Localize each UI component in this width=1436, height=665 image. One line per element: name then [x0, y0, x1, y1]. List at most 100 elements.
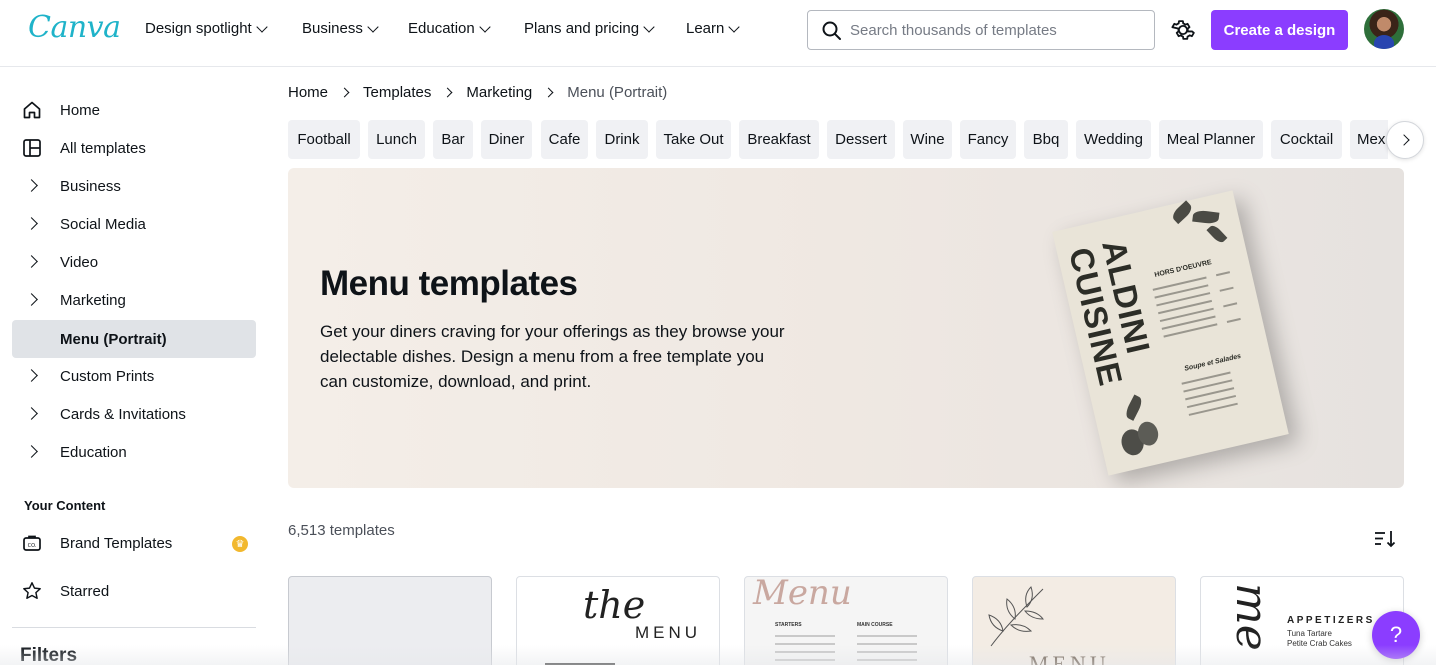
chevron-down-icon — [256, 20, 268, 33]
menu-card-section: Soupe et Salades — [1183, 352, 1242, 373]
nav-label: Plans and pricing — [524, 20, 640, 37]
chips-next-button[interactable] — [1386, 121, 1424, 159]
your-content-heading: Your Content — [24, 498, 106, 513]
thumb-line — [857, 651, 917, 653]
avatar[interactable] — [1364, 9, 1404, 49]
sidebar-item-education[interactable]: Education — [12, 433, 256, 471]
chip-dessert[interactable]: Dessert — [827, 120, 895, 159]
breadcrumb-templates[interactable]: Templates — [363, 84, 431, 101]
chip-meal-planner[interactable]: Meal Planner — [1159, 120, 1263, 159]
nav-design-spotlight[interactable]: Design spotlight — [145, 20, 268, 37]
nav-education[interactable]: Education — [408, 20, 491, 37]
sidebar-divider — [12, 627, 256, 628]
template-thumbnail[interactable]: me APPETIZERS Tuna Tartare Petite Crab C… — [1200, 576, 1404, 665]
template-thumbnail[interactable]: the MENU — [516, 576, 720, 665]
sidebar-item-label: Home — [60, 101, 101, 119]
chip-bbq[interactable]: Bbq — [1024, 120, 1068, 159]
chip-drink[interactable]: Drink — [596, 120, 648, 159]
thumb-script-text: Menu — [753, 576, 852, 613]
thumb-heading: APPETIZERS — [1287, 615, 1375, 626]
sidebar-item-social-media[interactable]: Social Media — [12, 205, 256, 243]
thumb-line — [775, 659, 835, 661]
chip-wedding[interactable]: Wedding — [1076, 120, 1151, 159]
sidebar-item-label: Video — [60, 253, 99, 271]
thumb-column-heading: MAIN COURSE — [857, 622, 893, 628]
menu-card-price — [1215, 271, 1231, 277]
nav-label: Business — [302, 20, 363, 37]
sidebar-item-custom-prints[interactable]: Custom Prints — [12, 357, 256, 395]
template-thumbnail[interactable]: MENU — [972, 576, 1176, 665]
sidebar-item-all-templates[interactable]: All templates — [12, 129, 256, 167]
thumb-line — [775, 635, 835, 637]
template-count: 6,513 templates — [288, 522, 395, 539]
thumb-caps-text: MENU — [635, 623, 702, 642]
chevron-right-icon — [543, 87, 554, 98]
breadcrumb-marketing[interactable]: Marketing — [466, 84, 532, 101]
sidebar-item-label: Social Media — [60, 215, 146, 233]
sidebar-item-cards-invitations[interactable]: Cards & Invitations — [12, 395, 256, 433]
chevron-down-icon — [367, 20, 379, 33]
nav-label: Learn — [686, 20, 725, 37]
thumb-item: Petite Crab Cakes — [1287, 639, 1352, 648]
sidebar-item-starred[interactable]: Starred — [12, 572, 256, 610]
nav-learn[interactable]: Learn — [686, 20, 741, 37]
chip-cafe[interactable]: Cafe — [541, 120, 588, 159]
nav-plans-and-pricing[interactable]: Plans and pricing — [524, 20, 655, 37]
help-button[interactable]: ? — [1372, 611, 1420, 659]
breadcrumb-home[interactable]: Home — [288, 84, 328, 101]
top-bar: Canva Design spotlight Business Educatio… — [0, 0, 1436, 67]
canva-logo[interactable]: Canva — [28, 10, 121, 45]
chip-bar[interactable]: Bar — [433, 120, 473, 159]
page-title: Menu templates — [320, 264, 578, 303]
search-input[interactable] — [850, 21, 1140, 39]
sidebar-item-label: Custom Prints — [60, 367, 155, 385]
sidebar-item-home[interactable]: Home — [12, 91, 256, 129]
crown-icon: ♛ — [232, 536, 248, 552]
menu-card-price — [1219, 286, 1234, 292]
create-design-button[interactable]: Create a design — [1211, 10, 1348, 50]
sidebar-item-business[interactable]: Business — [12, 167, 256, 205]
thumb-caps-text: MENU — [1029, 651, 1110, 665]
sidebar-item-label: Education — [60, 443, 127, 461]
template-thumbnail[interactable]: Menu STARTERS MAIN COURSE — [744, 576, 948, 665]
sort-icon[interactable] — [1374, 530, 1396, 548]
sidebar-item-label: Starred — [60, 582, 110, 600]
chevron-right-icon — [25, 179, 38, 192]
chevron-down-icon — [728, 20, 741, 33]
breadcrumb-current: Menu (Portrait) — [567, 84, 668, 101]
chip-mexican[interactable]: Mex — [1350, 120, 1388, 159]
chevron-right-icon — [25, 293, 38, 306]
sidebar-item-brand-templates[interactable]: CO. Brand Templates — [12, 524, 256, 562]
chip-lunch[interactable]: Lunch — [368, 120, 425, 159]
gear-icon[interactable] — [1170, 17, 1196, 43]
sidebar-item-menu-portrait[interactable]: Menu (Portrait) — [12, 320, 256, 358]
sidebar-item-label: All templates — [60, 139, 146, 157]
search-icon — [822, 21, 841, 40]
sidebar-item-marketing[interactable]: Marketing — [12, 281, 256, 319]
leaf-decoration — [1206, 223, 1228, 245]
chip-breakfast[interactable]: Breakfast — [739, 120, 819, 159]
chip-fancy[interactable]: Fancy — [960, 120, 1016, 159]
star-icon — [22, 581, 42, 601]
chip-cocktail[interactable]: Cocktail — [1271, 120, 1342, 159]
chevron-right-icon — [339, 87, 350, 98]
sidebar-item-video[interactable]: Video — [12, 243, 256, 281]
sidebar-item-label: Brand Templates — [60, 534, 173, 552]
chip-take-out[interactable]: Take Out — [656, 120, 731, 159]
search-box — [807, 10, 1155, 50]
home-icon — [22, 100, 42, 120]
template-thumbnail[interactable] — [288, 576, 492, 665]
filters-heading: Filters — [20, 645, 78, 665]
brand-kit-icon: CO. — [22, 533, 42, 553]
chip-wine[interactable]: Wine — [903, 120, 952, 159]
category-chips: Football Lunch Bar Diner Cafe Drink Take… — [288, 120, 1388, 160]
chevron-right-icon — [25, 369, 38, 382]
chip-football[interactable]: Football — [288, 120, 360, 159]
nav-business[interactable]: Business — [302, 20, 379, 37]
chip-diner[interactable]: Diner — [481, 120, 532, 159]
chevron-right-icon — [25, 407, 38, 420]
thumb-line — [775, 643, 835, 645]
chevron-right-icon — [442, 87, 453, 98]
chevron-right-icon — [25, 217, 38, 230]
menu-card-price — [1226, 317, 1241, 323]
